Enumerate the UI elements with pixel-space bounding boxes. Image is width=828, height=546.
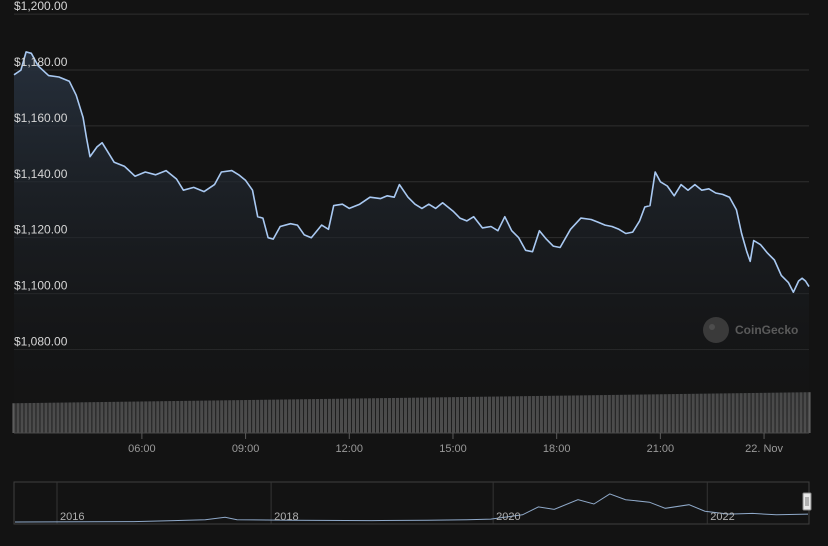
- y-tick-label: $1,120.00: [14, 223, 68, 237]
- navigator-year-gridlines: [56, 482, 708, 524]
- coingecko-logo-icon: [703, 317, 729, 343]
- y-tick-label: $1,080.00: [14, 334, 68, 348]
- x-tick-label: 18:00: [543, 443, 571, 455]
- navigator-year-label: 2022: [710, 511, 734, 523]
- x-tick-label: 09:00: [232, 443, 260, 455]
- x-tick-label: 06:00: [128, 443, 156, 455]
- price-area: [14, 51, 809, 434]
- y-tick-label: $1,140.00: [14, 167, 68, 181]
- y-tick-label: $1,180.00: [14, 55, 68, 69]
- x-tick-label: 22. Nov: [745, 443, 783, 455]
- price-chart: $1,080.00 $1,100.00 $1,120.00 $1,140.00 $1,1…: [0, 0, 828, 541]
- navigator-year-label: 2018: [274, 511, 298, 523]
- x-tick-label: 15:00: [439, 443, 467, 455]
- navigator-frame: [13, 481, 810, 525]
- range-navigator[interactable]: 2016 2018 2020 2022: [13, 481, 812, 525]
- y-tick-label: $1,200.00: [14, 0, 68, 13]
- navigator-line: [14, 493, 809, 523]
- x-ticks: 06:00 09:00 12:00 15:00 18:00 21:00 22. Nov: [128, 433, 784, 455]
- y-tick-label: $1,100.00: [14, 279, 68, 293]
- x-tick-label: 21:00: [647, 443, 675, 455]
- navigator-year-label: 2020: [496, 511, 520, 523]
- x-tick-label: 12:00: [336, 443, 364, 455]
- y-tick-label: $1,160.00: [14, 111, 68, 125]
- navigator-year-label: 2016: [60, 511, 84, 523]
- navigator-handle[interactable]: [802, 492, 812, 511]
- watermark-text: CoinGecko: [735, 323, 798, 337]
